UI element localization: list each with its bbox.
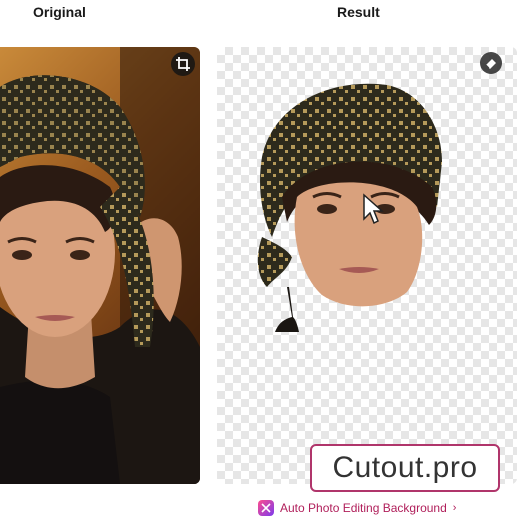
- crop-icon: [176, 57, 190, 71]
- result-label: Result: [337, 4, 380, 20]
- auto-photo-editing-link-label: Auto Photo Editing Background: [280, 501, 447, 515]
- auto-photo-editing-link[interactable]: Auto Photo Editing Background ›: [258, 498, 456, 518]
- eraser-button[interactable]: [480, 52, 502, 74]
- eraser-icon: [485, 59, 496, 69]
- chevron-right-icon: ›: [452, 502, 457, 514]
- brand-watermark: Cutout.pro: [310, 444, 500, 492]
- magic-app-icon: [258, 500, 274, 516]
- result-image: [217, 47, 517, 484]
- original-label: Original: [33, 4, 86, 20]
- original-image: [0, 47, 200, 484]
- cutout-illustration: [257, 83, 442, 332]
- crop-button[interactable]: [171, 52, 195, 76]
- original-photo-illustration: [0, 47, 200, 484]
